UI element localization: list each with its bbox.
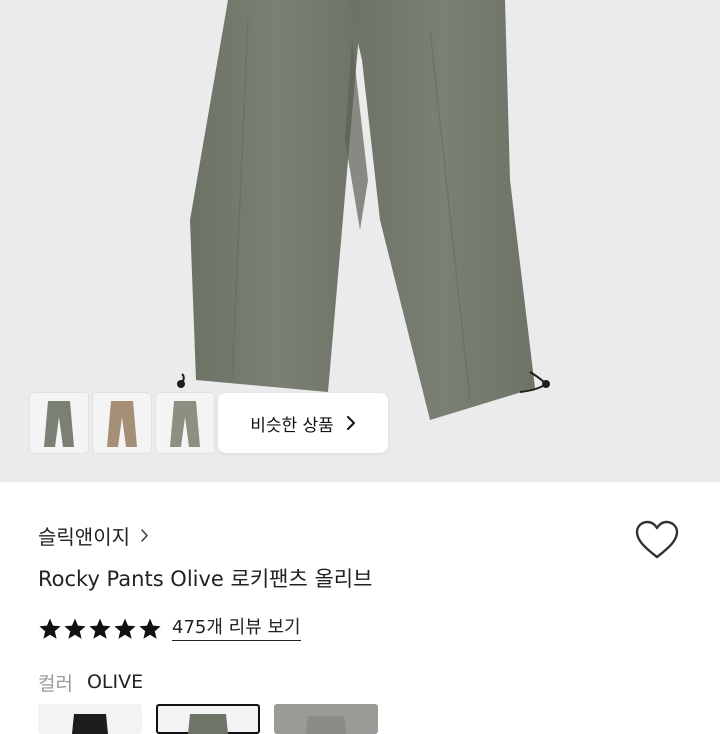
product-title: Rocky Pants Olive 로키팬츠 올리브: [38, 567, 373, 591]
color-value: OLIVE: [86, 671, 144, 693]
review-link[interactable]: 475개 리뷰 보기: [172, 617, 301, 641]
swatch-grey[interactable]: [274, 704, 378, 734]
brand-link[interactable]: 슬릭앤이지: [38, 520, 149, 550]
olive-pants-thumbnail: [44, 401, 74, 447]
star-icon: [89, 618, 111, 639]
rating-row: 475개 리뷰 보기: [38, 615, 301, 643]
star-icon: [139, 618, 161, 639]
chevron-right-icon: [141, 528, 148, 542]
thumbnail-beige[interactable]: [93, 393, 151, 453]
similar-products-button[interactable]: 비슷한 상품: [218, 393, 388, 453]
similar-products-label: 비슷한 상품: [250, 415, 334, 436]
sage-pants-thumbnail: [170, 401, 200, 447]
swatch-black[interactable]: [38, 704, 142, 734]
black-pants-swatch: [72, 714, 108, 734]
swatch-olive-selected[interactable]: [156, 704, 260, 734]
chevron-right-icon: [346, 416, 355, 430]
thumbnail-olive[interactable]: [30, 393, 88, 453]
color-option-row: 컬러 OLIVE: [38, 668, 143, 696]
rating-stars: [38, 617, 162, 641]
color-label: 컬러: [38, 672, 73, 695]
star-icon: [64, 618, 86, 639]
brand-name: 슬릭앤이지: [38, 524, 130, 549]
product-image-area[interactable]: 비슷한 상품: [0, 0, 720, 482]
thumbnail-sage[interactable]: [156, 393, 214, 453]
star-icon: [114, 618, 136, 639]
heart-outline-icon[interactable]: [634, 519, 680, 561]
star-icon: [39, 618, 61, 639]
beige-pants-thumbnail: [107, 401, 137, 447]
grey-pants-swatch: [306, 716, 346, 734]
olive-pants-swatch: [188, 714, 228, 734]
